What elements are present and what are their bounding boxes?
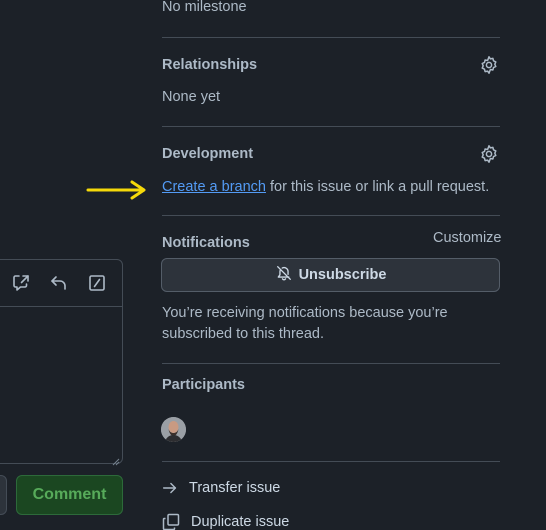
participants-heading: Participants (162, 377, 245, 393)
annotation-arrow-icon (86, 180, 146, 200)
duplicate-icon (161, 512, 181, 530)
comment-editor[interactable] (0, 259, 123, 466)
duplicate-issue-label: Duplicate issue (191, 514, 290, 530)
notification-reason-line2: subscribed to this thread. (162, 326, 325, 342)
transfer-issue-label: Transfer issue (189, 480, 281, 496)
reply-icon[interactable] (49, 273, 69, 293)
divider (162, 363, 500, 364)
divider (162, 461, 500, 462)
gear-icon[interactable] (479, 55, 499, 75)
gear-icon[interactable] (479, 144, 499, 164)
comment-button[interactable]: Comment (16, 475, 123, 515)
slash-command-icon[interactable] (87, 273, 107, 293)
relationships-value: None yet (162, 89, 221, 105)
unsubscribe-label: Unsubscribe (298, 267, 387, 283)
unsubscribe-button[interactable]: Unsubscribe (161, 258, 500, 292)
arrow-right-icon (161, 479, 179, 497)
divider (162, 215, 500, 216)
transfer-issue-button[interactable]: Transfer issue (161, 479, 280, 497)
resize-grip-icon[interactable] (112, 453, 120, 466)
notification-reason-line1: You’re receiving notifications because y… (162, 305, 448, 321)
bell-slash-icon (275, 264, 293, 286)
development-suffix: for this issue or link a pull request. (265, 179, 490, 195)
secondary-button[interactable] (0, 475, 7, 515)
relationships-heading: Relationships (162, 57, 258, 73)
editor-toolbar (0, 260, 122, 307)
milestone-value: No milestone (162, 0, 247, 15)
avatar[interactable] (161, 417, 186, 442)
page: Comment No milestone Relationships None … (0, 0, 546, 530)
duplicate-issue-button[interactable]: Duplicate issue (161, 512, 289, 530)
customize-link[interactable]: Customize (433, 230, 502, 246)
create-branch-link[interactable]: Create a branch (162, 179, 266, 195)
development-heading: Development (162, 146, 254, 162)
divider (162, 126, 500, 127)
reference-icon[interactable] (11, 273, 31, 293)
divider (162, 37, 500, 38)
notifications-heading: Notifications (162, 235, 250, 251)
development-text: Create a branch for this issue or link a… (162, 179, 489, 195)
